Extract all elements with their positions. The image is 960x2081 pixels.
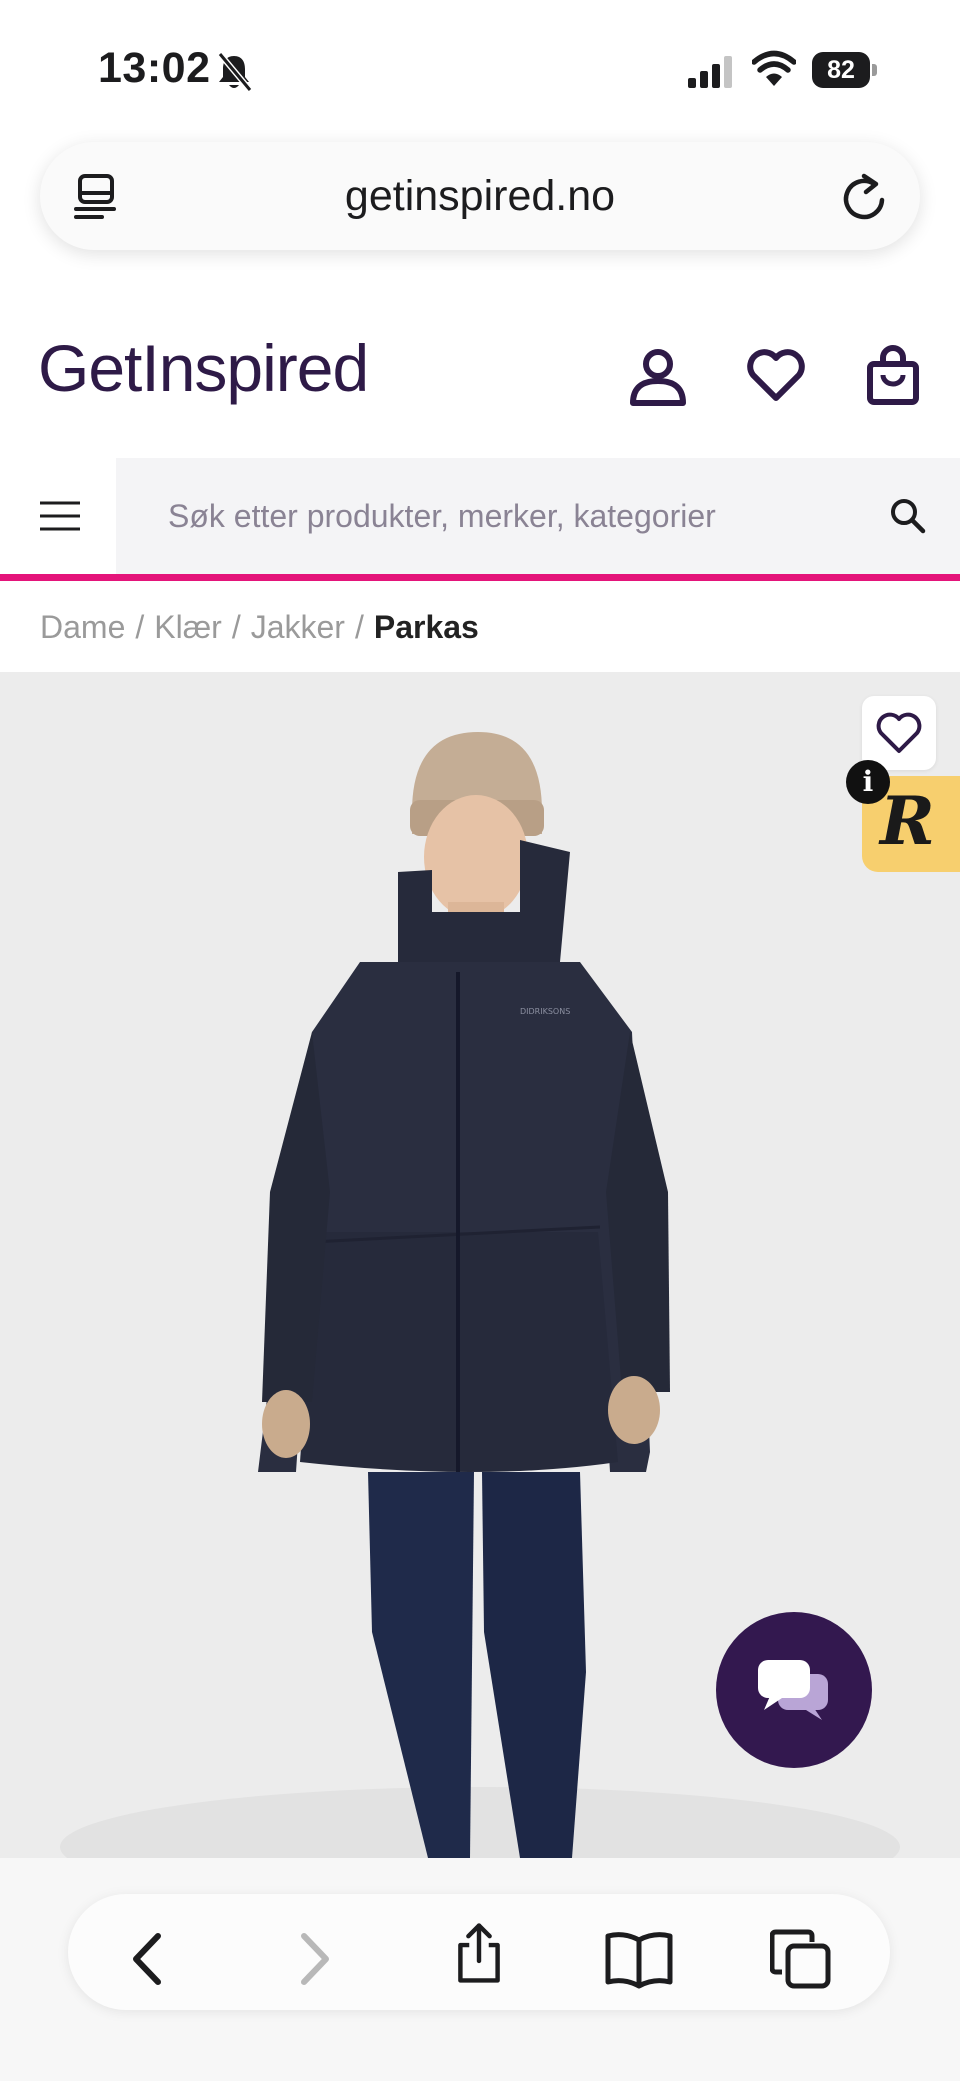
battery-icon: 82	[812, 52, 878, 88]
url-text[interactable]: getinspired.no	[40, 142, 920, 250]
breadcrumb-current: Parkas	[373, 609, 479, 645]
status-bar: 13:02 82	[0, 0, 960, 135]
breadcrumb-item-jakker[interactable]: Jakker	[251, 609, 345, 645]
bag-icon[interactable]	[866, 344, 920, 406]
search-icon[interactable]	[890, 498, 926, 534]
svg-text:DIDRIKSONS: DIDRIKSONS	[520, 1007, 570, 1016]
user-icon[interactable]	[628, 348, 688, 406]
wifi-icon	[752, 50, 796, 86]
breadcrumb: Dame / Klær / Jakker / Parkas	[40, 600, 479, 654]
heart-icon[interactable]	[746, 348, 806, 402]
forward-icon[interactable]	[282, 1928, 344, 1990]
signal-icon	[688, 56, 732, 88]
browser-toolbar	[0, 1858, 960, 2081]
breadcrumb-item-klaer[interactable]: Klær	[154, 609, 222, 645]
chat-button[interactable]	[716, 1612, 872, 1768]
chat-bubbles-icon[interactable]	[756, 1656, 832, 1724]
address-bar[interactable]: getinspired.no	[40, 142, 920, 250]
bookmarks-icon[interactable]	[604, 1928, 674, 1990]
r-badge-letter: R	[880, 782, 935, 860]
share-icon[interactable]	[448, 1922, 510, 1984]
battery-level: 82	[812, 52, 870, 88]
menu-icon[interactable]	[38, 500, 82, 532]
breadcrumb-item-dame[interactable]: Dame	[40, 609, 125, 645]
breadcrumb-separator: /	[135, 609, 145, 645]
product-wishlist-button[interactable]	[862, 696, 936, 770]
menu-button[interactable]	[0, 458, 116, 574]
accent-divider	[0, 574, 960, 581]
info-icon[interactable]: i	[846, 760, 890, 804]
reader-icon[interactable]	[74, 174, 120, 220]
tabs-icon[interactable]	[770, 1928, 832, 1990]
toolbar-pill	[68, 1894, 890, 2010]
status-time: 13:02	[98, 44, 211, 92]
reload-icon[interactable]	[840, 172, 888, 222]
site-logo[interactable]: GetInspired	[38, 330, 369, 406]
breadcrumb-separator: /	[231, 609, 241, 645]
back-icon[interactable]	[118, 1928, 180, 1990]
search-input[interactable]: Søk etter produkter, merker, kategorier	[168, 458, 716, 574]
bell-slash-icon	[217, 52, 253, 92]
heart-outline-icon[interactable]	[876, 712, 922, 754]
breadcrumb-separator: /	[354, 609, 364, 645]
search-bar: Søk etter produkter, merker, kategorier	[0, 458, 960, 574]
